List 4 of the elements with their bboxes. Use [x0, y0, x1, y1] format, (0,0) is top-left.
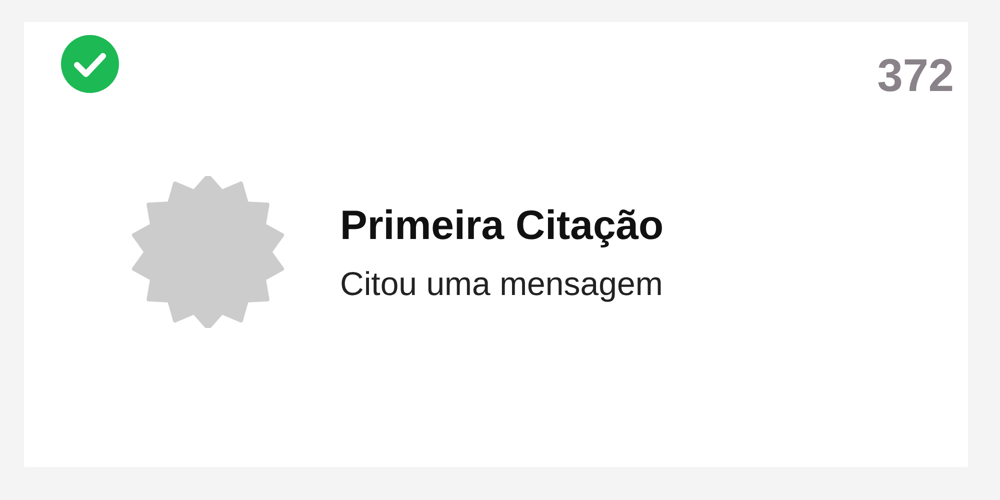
- badge-description: Citou uma mensagem: [340, 264, 664, 304]
- badge-icon: [132, 176, 284, 328]
- count: 372: [877, 52, 954, 98]
- badge-title: Primeira Citação: [340, 200, 664, 250]
